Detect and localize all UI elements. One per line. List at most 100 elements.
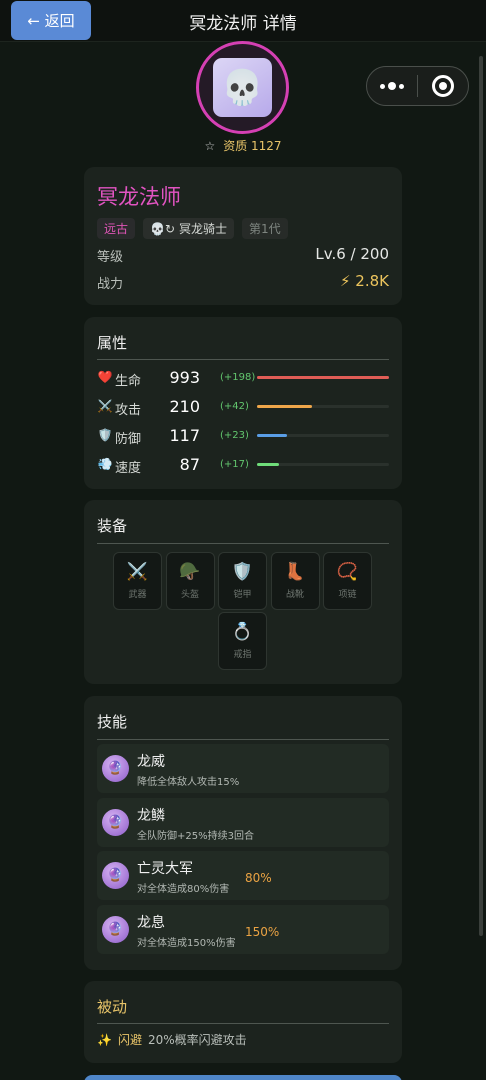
equipment-slot-label: 项链 <box>338 589 357 600</box>
level-value: Lv.6 / 200 <box>315 245 389 263</box>
power-value-wrap: ⚡ 2.8K <box>340 272 389 290</box>
more-button[interactable] <box>367 67 417 105</box>
skill-row[interactable]: 🔮 亡灵大军 对全体造成80%伤害 80% <box>97 851 389 900</box>
attribute-bar <box>257 434 389 437</box>
attribute-value: 210 <box>169 397 200 416</box>
swords-icon: ⚔️ <box>97 399 113 413</box>
attribute-value: 117 <box>169 426 200 445</box>
attribute-bonus: (+23) <box>220 430 249 441</box>
section-divider <box>97 543 389 544</box>
lightning-icon: ⚡ <box>339 272 351 290</box>
star-icon: ☆ <box>204 139 216 153</box>
section-divider <box>97 739 389 740</box>
equipment-title: 装备 <box>97 517 128 535</box>
hero-name: 冥龙法师 <box>97 185 181 209</box>
crystal-ball-icon: 🔮 <box>102 915 129 943</box>
page-title: 冥龙法师 详情 <box>189 14 297 34</box>
attribute-name: 防御 <box>115 432 142 447</box>
equipment-slot-necklace[interactable]: 📿 项链 <box>323 552 372 610</box>
attribute-bonus: (+42) <box>220 401 249 412</box>
boot-icon: 👢 <box>284 561 306 582</box>
skill-desc: 对全体造成80%伤害 <box>137 884 230 895</box>
attribute-bar-fill <box>257 405 313 408</box>
hero-avatar: 💀 <box>196 41 289 134</box>
attribute-bar <box>257 405 389 408</box>
skill-row[interactable]: 🔮 龙息对全体造成150%伤害 150% <box>97 904 389 954</box>
top-bar: ← 返回 冥龙法师 详情 <box>0 0 486 42</box>
skill-percent: 150% <box>245 924 280 939</box>
swords-icon: ⚔️ <box>126 561 149 582</box>
power-value: 2.8K <box>355 272 389 290</box>
close-miniapp-button[interactable] <box>418 67 468 105</box>
attribute-row: ⚔️ 攻击 210 (+42) <box>97 397 389 418</box>
attribute-bonus: (+17) <box>220 459 249 470</box>
skill-desc: 全队防御+25%持续3回合 <box>137 830 254 842</box>
equipment-slot-ring[interactable]: 💍 戒指 <box>218 612 267 670</box>
crystal-ball-icon: 🔮 <box>102 808 129 836</box>
attribute-value: 87 <box>179 455 200 474</box>
power-label: 战力 <box>97 277 124 292</box>
generation-tag: 第1代 <box>242 218 288 239</box>
aptitude-label: 资质 1127 <box>223 139 282 153</box>
equipment-card: 装备 ⚔️ 武器 🪖 头盔 🛡️ 铠甲 👢 战靴 📿 项链 💍 戒指 <box>84 500 402 684</box>
wind-icon: 💨 <box>97 457 113 471</box>
skill-name: 龙鳞 <box>137 807 165 824</box>
shield-icon: 🛡️ <box>97 428 113 442</box>
section-divider <box>97 1023 389 1024</box>
passive-card: 被动 ✨ 闪避 20%概率闪避攻击 <box>84 981 402 1063</box>
passive-row: ✨ 闪避 20%概率闪避攻击 <box>97 1031 247 1048</box>
faction-tag: 💀↻ 冥龙骑士 <box>143 218 235 239</box>
passive-desc: 20%概率闪避攻击 <box>147 1033 247 1047</box>
era-tag: 远古 <box>97 218 136 239</box>
attributes-title: 属性 <box>97 334 128 352</box>
equipment-slot-boot[interactable]: 👢 战靴 <box>270 552 320 610</box>
attribute-row: ❤️ 生命 993 (+198) <box>97 368 389 389</box>
bottom-action-button[interactable] <box>84 1075 402 1080</box>
faction-label: 冥龙骑士 <box>179 222 228 236</box>
attribute-name: 生命 <box>115 374 142 389</box>
equipment-slot-helmet[interactable]: 🪖 头盔 <box>165 552 215 610</box>
attribute-bar <box>257 463 389 466</box>
skull-ghost-icon: 💀 <box>213 58 272 117</box>
sparkle-icon: ✨ <box>97 1032 112 1047</box>
attribute-row: 💨 速度 87 (+17) <box>97 455 389 476</box>
passive-title: 被动 <box>97 998 128 1016</box>
attribute-name: 速度 <box>115 461 142 476</box>
attribute-bonus: (+198) <box>220 372 256 383</box>
equipment-slot-label: 铠甲 <box>233 589 252 600</box>
attribute-value: 993 <box>169 368 200 387</box>
more-dots-icon <box>380 82 404 90</box>
skills-card: 技能 🔮 龙威 降低全体敌人攻击15% 🔮 龙鳞 全队防御+25%持续3回合 🔮 亡灵大军 对全… <box>84 696 402 970</box>
equipment-slot-swords[interactable]: ⚔️ 武器 <box>113 552 162 610</box>
aptitude-line: ☆ 资质 1127 <box>0 137 486 154</box>
attribute-row: 🛡️ 防御 117 (+23) <box>97 426 389 447</box>
attributes-card: 属性 ❤️ 生命 993 (+198) ⚔️ 攻击 210 (+42) 🛡️ 防御 117 (+23)… <box>84 317 402 489</box>
skill-name: 亡灵大军 <box>137 861 193 877</box>
skill-row[interactable]: 🔮 龙威 降低全体敌人攻击15% <box>97 744 389 793</box>
ring-icon: 💍 <box>231 621 254 642</box>
skill-row[interactable]: 🔮 龙鳞全队防御+25%持续3回合 <box>97 797 389 847</box>
target-icon <box>432 75 454 97</box>
section-divider <box>97 359 389 360</box>
attribute-bar <box>257 376 389 379</box>
attribute-bar-fill <box>257 463 280 466</box>
passive-name: 闪避 <box>117 1033 142 1047</box>
attribute-bar-fill <box>257 376 389 379</box>
attribute-bar-fill <box>257 434 288 437</box>
faction-icon: 💀↻ <box>150 221 176 236</box>
equipment-slot-label: 武器 <box>128 589 147 600</box>
attribute-name: 攻击 <box>115 403 142 418</box>
shield-icon: 🛡️ <box>231 561 254 582</box>
scrollbar[interactable] <box>479 56 483 936</box>
crystal-ball-icon: 🔮 <box>102 755 129 782</box>
crystal-ball-icon: 🔮 <box>102 862 129 889</box>
equipment-slot-shield[interactable]: 🛡️ 铠甲 <box>218 552 267 610</box>
heart-icon: ❤️ <box>97 370 113 384</box>
miniapp-capsule <box>366 66 469 106</box>
skill-name: 龙息 <box>137 914 165 931</box>
skill-desc: 对全体造成150%伤害 <box>137 937 236 949</box>
level-label: 等级 <box>97 250 124 265</box>
necklace-icon: 📿 <box>336 561 359 582</box>
equipment-slot-label: 戒指 <box>233 649 252 660</box>
hero-tags: 远古 💀↻ 冥龙骑士 第1代 <box>97 218 288 239</box>
